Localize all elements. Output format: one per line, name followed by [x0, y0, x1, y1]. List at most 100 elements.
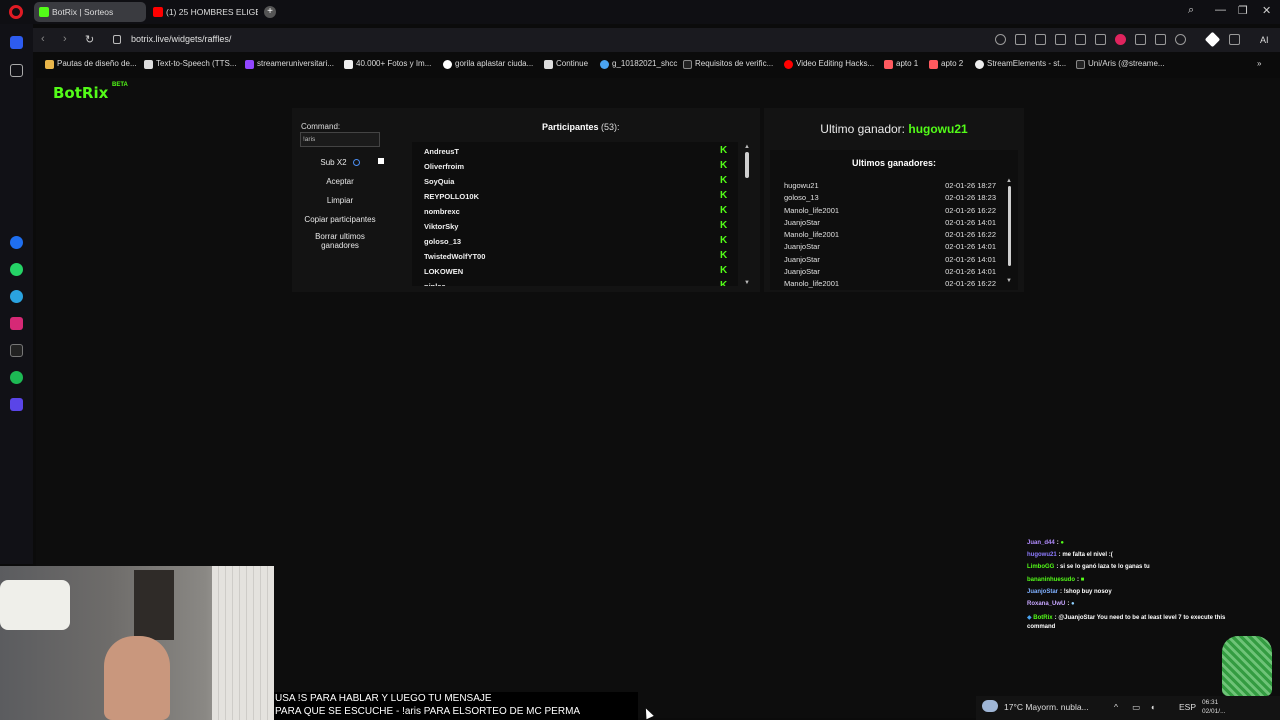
- vpn-icon[interactable]: [1075, 34, 1086, 45]
- tab-botrix[interactable]: BotRix | Sorteos: [34, 2, 146, 22]
- bookmark-item[interactable]: gorila aplastar ciuda...: [443, 59, 533, 69]
- winner-date: 02-01-26 14:01: [945, 267, 996, 276]
- bookmark-item[interactable]: Video Editing Hacks...: [784, 59, 874, 69]
- chevron-right-icon[interactable]: »: [1257, 59, 1261, 68]
- minimize-icon[interactable]: —: [1215, 4, 1226, 16]
- bookmark-item[interactable]: Continue: [544, 59, 588, 69]
- winner-date: 02-01-26 16:22: [945, 230, 996, 239]
- new-tab-button[interactable]: +: [264, 6, 276, 18]
- play-icon[interactable]: [1095, 34, 1106, 45]
- ai-button[interactable]: AI: [1260, 35, 1269, 45]
- winners-title: Ultimos ganadores:: [851, 158, 936, 168]
- edit-icon[interactable]: [1015, 34, 1026, 45]
- emote-icon: ■: [1080, 577, 1085, 583]
- reload-icon[interactable]: ↻: [85, 33, 94, 46]
- extension-icon[interactable]: [1204, 31, 1221, 48]
- scroll-down-icon[interactable]: ▼: [744, 280, 750, 286]
- botrix-logo[interactable]: BotRix: [53, 84, 108, 102]
- heart-icon[interactable]: [1115, 34, 1126, 45]
- tab-bar: BotRix | Sorteos (1) 25 HOMBRES ELIGEN P…: [0, 0, 1280, 24]
- delete-winners-button[interactable]: Borrar ultimos ganadores: [310, 232, 370, 250]
- tab-youtube[interactable]: (1) 25 HOMBRES ELIGEN P...: [148, 2, 258, 22]
- bookmark-item[interactable]: Text-to-Speech (TTS...: [144, 59, 236, 69]
- whatsapp-icon[interactable]: [10, 263, 23, 276]
- bookmark-item[interactable]: StreamElements - st...: [975, 59, 1067, 69]
- kick-icon: K: [720, 190, 728, 201]
- participants-list[interactable]: AndreusT K Oliverfroim K SoyQuia K REYPO…: [412, 142, 738, 286]
- bookmark-item[interactable]: g_10182021_shcc: [600, 59, 677, 69]
- copy-participants-button[interactable]: Copiar participantes: [300, 215, 380, 224]
- x-icon[interactable]: [10, 344, 23, 357]
- url-field[interactable]: botrix.live/widgets/raffles/: [131, 34, 231, 44]
- camera-icon[interactable]: [1035, 34, 1046, 45]
- p-icon: [344, 60, 353, 69]
- clear-button[interactable]: Limpiar: [300, 196, 380, 205]
- player-icon[interactable]: [10, 398, 23, 411]
- kick-icon: K: [720, 280, 728, 287]
- bookmark-label: streameruniversitari...: [257, 59, 334, 68]
- weather-icon[interactable]: [982, 700, 998, 712]
- box-icon[interactable]: [1229, 34, 1240, 45]
- lock-icon[interactable]: [113, 35, 121, 44]
- winner-name: Manolo_life2001: [784, 279, 840, 288]
- network-icon[interactable]: ▭: [1132, 702, 1140, 713]
- bookmark-item[interactable]: Uni/Aris (@streame...: [1076, 59, 1165, 69]
- home-icon[interactable]: [10, 36, 23, 49]
- scroll-up-icon[interactable]: ▲: [744, 144, 750, 150]
- messenger-icon[interactable]: [10, 236, 23, 249]
- volume-icon[interactable]: ◖: [1150, 702, 1155, 712]
- language-label[interactable]: ESP: [1179, 702, 1196, 712]
- instagram-icon[interactable]: [10, 317, 23, 330]
- search-tabs-icon[interactable]: ⌕: [1188, 4, 1194, 17]
- bookmark-item[interactable]: Requisitos de verific...: [683, 59, 774, 69]
- profile-icon[interactable]: [1175, 34, 1186, 45]
- opera-logo-icon[interactable]: [9, 5, 23, 19]
- forward-icon[interactable]: ›: [63, 33, 67, 45]
- stream-subtitle: USA !S PARA HABLAR Y LUEGO TU MENSAJE PA…: [274, 692, 638, 720]
- chat-message: LimboGG: si se lo ganó laza te lo ganas …: [1027, 564, 1150, 570]
- accept-button[interactable]: Aceptar: [300, 177, 380, 186]
- winners-scrollbar[interactable]: [1008, 186, 1011, 266]
- telegram-icon[interactable]: [10, 290, 23, 303]
- bookmark-label: StreamElements - st...: [987, 59, 1067, 68]
- bookmark-item[interactable]: apto 1: [884, 59, 918, 69]
- participants-scrollbar[interactable]: [745, 152, 749, 178]
- winner-name: JuanjoStar: [784, 255, 820, 264]
- chevron-up-icon[interactable]: ^: [1114, 702, 1118, 712]
- search-icon[interactable]: [995, 34, 1006, 45]
- webcam-feed: [0, 566, 274, 720]
- weather-text[interactable]: 17°C Mayorm. nubla...: [1004, 702, 1089, 712]
- tab-label: (1) 25 HOMBRES ELIGEN P...: [166, 7, 258, 17]
- sub-x2-checkbox[interactable]: [378, 158, 384, 164]
- winner-name: Manolo_life2001: [784, 206, 840, 215]
- winners-list[interactable]: Ultimos ganadores: hugowu21 02-01-26 18:2…: [770, 150, 1018, 290]
- back-icon[interactable]: ‹: [41, 33, 45, 45]
- window-blind: [212, 566, 274, 720]
- restore-icon[interactable]: ❐: [1238, 4, 1248, 17]
- address-bar: ‹ › ↻ botrix.live/widgets/raffles/ AI: [33, 28, 1280, 52]
- shield-icon[interactable]: [1055, 34, 1066, 45]
- bookmark-item[interactable]: apto 2: [929, 59, 963, 69]
- bookmark-label: Requisitos de verific...: [695, 59, 774, 68]
- list-item: piplaa: [424, 282, 446, 286]
- chat-message: ◆ BotRix: @JuanjoStar You need to be at …: [1027, 615, 1226, 621]
- star-icon[interactable]: [10, 64, 23, 77]
- info-icon[interactable]: [352, 159, 360, 166]
- list-item: AndreusT: [424, 147, 460, 156]
- chat-message: Juan_d44: ●: [1027, 540, 1064, 546]
- clock[interactable]: 06:31 02/01/...: [1202, 698, 1226, 716]
- bookmark-item[interactable]: streameruniversitari...: [245, 59, 334, 69]
- sub-x2-toggle[interactable]: Sub X2: [300, 158, 380, 167]
- spotify-icon[interactable]: [10, 371, 23, 384]
- chat-message: Roxana_UwU: ●: [1027, 601, 1075, 607]
- download-icon[interactable]: [1135, 34, 1146, 45]
- scroll-up-icon[interactable]: ▲: [1006, 178, 1012, 184]
- list-item: Manolo_life2001 02-01-26 16:22: [784, 230, 996, 239]
- close-icon[interactable]: ✕: [1262, 4, 1271, 17]
- bookmark-item[interactable]: Pautas de diseño de...: [45, 59, 137, 69]
- command-input[interactable]: !aris: [300, 132, 380, 147]
- scroll-down-icon[interactable]: ▼: [1006, 278, 1012, 284]
- winner-date: 02-01-26 14:01: [945, 242, 996, 251]
- menu-icon[interactable]: [1155, 34, 1166, 45]
- bookmark-item[interactable]: 40.000+ Fotos y Im...: [344, 59, 431, 69]
